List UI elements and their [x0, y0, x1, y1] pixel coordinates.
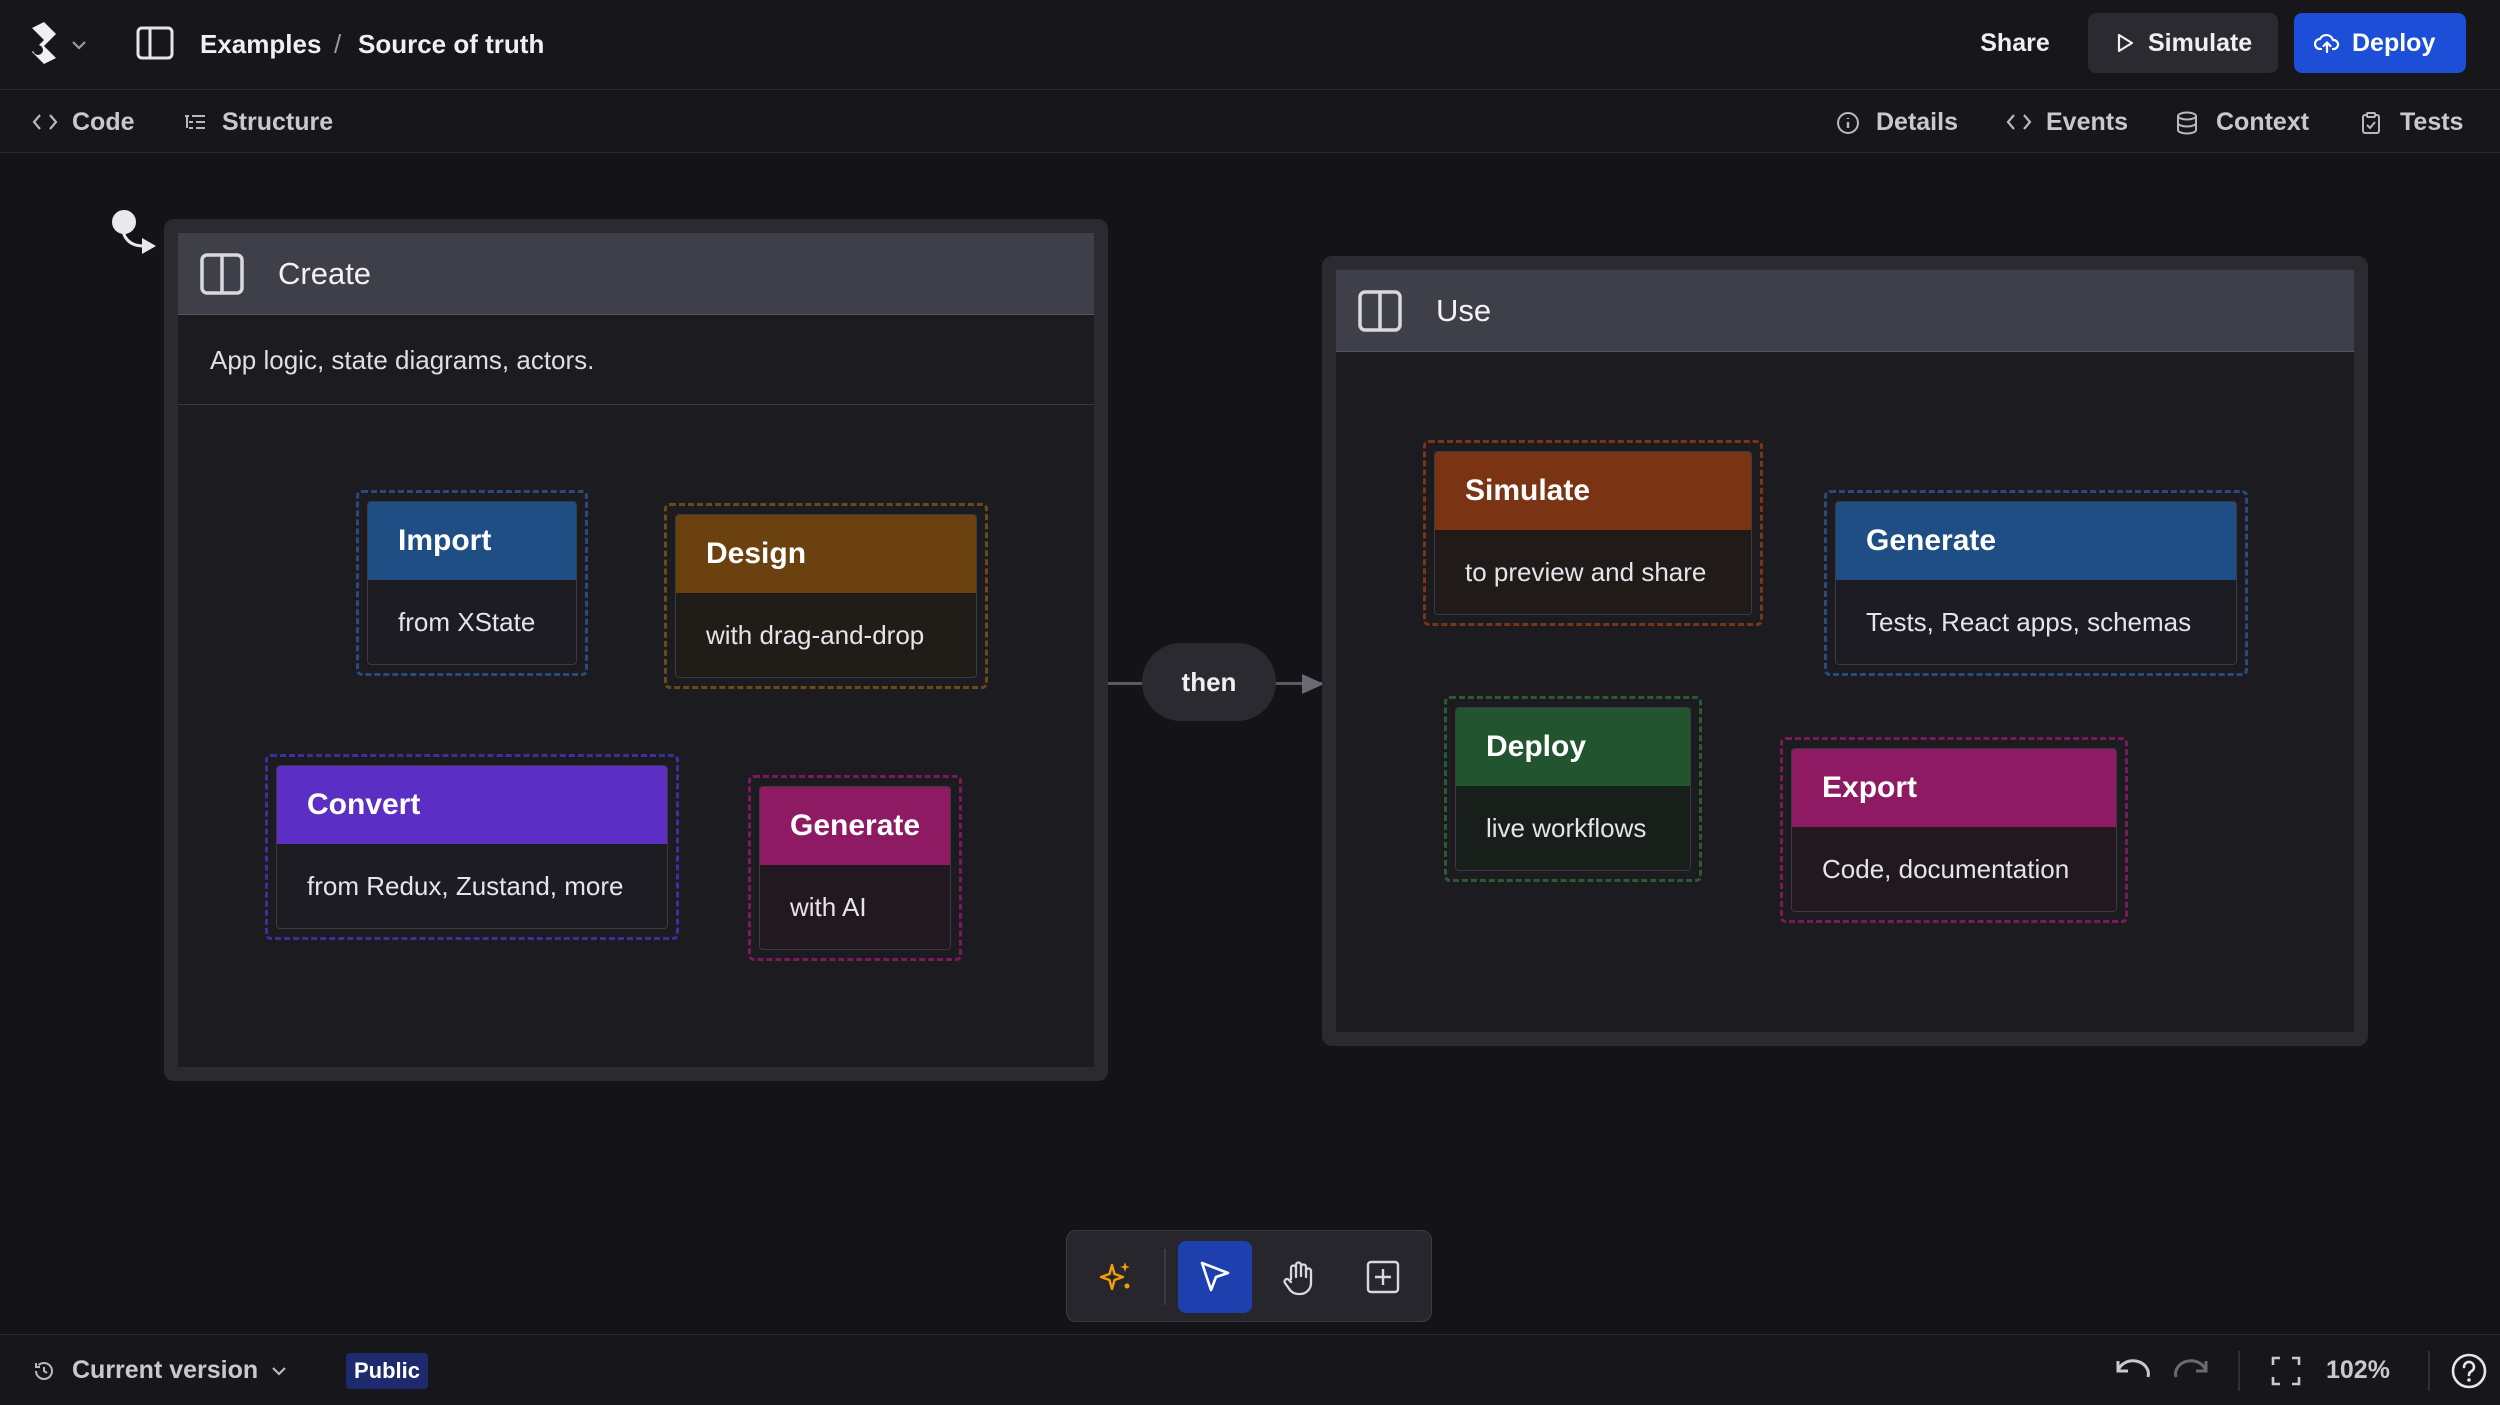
- state-deploy[interactable]: Deploy live workflows: [1444, 696, 1702, 882]
- deploy-button[interactable]: Deploy: [2294, 13, 2466, 73]
- state-simulate-description: to preview and share: [1435, 530, 1751, 614]
- breadcrumb-separator: /: [334, 29, 342, 59]
- initial-transition-arrow-icon: [120, 225, 156, 254]
- tab-code-label: Code: [72, 108, 135, 136]
- state-deploy-title: Deploy: [1456, 708, 1690, 786]
- help-icon[interactable]: [2450, 1352, 2488, 1390]
- tab-context-label: Context: [2216, 108, 2310, 136]
- clipboard-icon: [2362, 112, 2380, 134]
- redo-icon[interactable]: [2172, 1355, 2214, 1387]
- history-icon: [35, 1362, 53, 1380]
- tab-tests-label: Tests: [2400, 108, 2464, 136]
- add-state-tool[interactable]: [1346, 1241, 1420, 1313]
- state-simulate[interactable]: Simulate to preview and share: [1423, 440, 1763, 626]
- share-button[interactable]: Share: [1960, 14, 2070, 72]
- sidebar-toggle-icon[interactable]: [136, 26, 174, 60]
- visibility-badge[interactable]: Public: [346, 1353, 428, 1389]
- bottom-bar: Current version Public 102%: [0, 1334, 2500, 1405]
- parallel-state-icon: [200, 253, 244, 295]
- pointer-icon: [1200, 1261, 1230, 1292]
- state-import[interactable]: Import from XState: [356, 490, 588, 676]
- state-create-description: App logic, state diagrams, actors.: [178, 315, 1094, 405]
- state-use-title: Use: [1436, 293, 1492, 328]
- state-convert-description: from Redux, Zustand, more: [307, 870, 624, 901]
- state-import-description: from XState: [398, 606, 536, 637]
- state-generate-ai[interactable]: Generate with AI: [748, 775, 962, 961]
- structure-icon: [185, 115, 205, 129]
- tab-events[interactable]: Events: [2006, 91, 2136, 153]
- deploy-button-label: Deploy: [2352, 29, 2436, 57]
- transition-then[interactable]: then: [1142, 643, 1276, 721]
- database-icon: [2177, 111, 2197, 135]
- code-icon: [32, 114, 58, 130]
- state-convert-title: Convert: [277, 766, 667, 844]
- state-import-title: Import: [368, 502, 576, 580]
- ai-assist-tool[interactable]: [1079, 1241, 1153, 1313]
- tab-details[interactable]: Details: [1836, 91, 1966, 153]
- add-state-icon: [1366, 1260, 1400, 1294]
- stately-logo-icon[interactable]: [22, 20, 66, 66]
- version-label: Current version: [72, 1356, 259, 1384]
- state-export-description: Code, documentation: [1792, 827, 2116, 911]
- state-export[interactable]: Export Code, documentation: [1780, 737, 2128, 923]
- state-simulate-title: Simulate: [1435, 452, 1751, 530]
- state-export-title: Export: [1792, 749, 2116, 827]
- state-generate-tests-title: Generate: [1836, 502, 2236, 580]
- breadcrumb-examples[interactable]: Examples: [200, 24, 321, 64]
- state-create-title: Create: [278, 256, 372, 291]
- state-design-description: with drag-and-drop: [676, 593, 976, 677]
- undo-icon[interactable]: [2110, 1355, 2152, 1387]
- state-generate-tests-description: Tests, React apps, schemas: [1866, 606, 2192, 637]
- tab-structure[interactable]: Structure: [182, 91, 352, 153]
- state-generate-ai-description: with AI: [760, 865, 950, 949]
- state-generate-tests[interactable]: Generate Tests, React apps, schemas: [1824, 490, 2248, 676]
- parallel-state-icon: [1358, 290, 1402, 332]
- top-bar: Examples / Source of truth Share Simulat…: [0, 0, 2500, 90]
- code-icon: [2006, 114, 2032, 130]
- tab-code[interactable]: Code: [32, 91, 152, 153]
- tab-structure-label: Structure: [222, 108, 334, 136]
- state-deploy-description: live workflows: [1456, 786, 1690, 870]
- pan-tool[interactable]: [1262, 1241, 1336, 1313]
- state-design[interactable]: Design with drag-and-drop: [664, 503, 988, 689]
- bottom-divider: [2428, 1351, 2430, 1391]
- state-use-header[interactable]: Use: [1336, 270, 2354, 352]
- simulate-button-label: Simulate: [2148, 29, 2253, 57]
- state-create-header[interactable]: Create: [178, 233, 1094, 315]
- state-convert[interactable]: Convert from Redux, Zustand, more: [265, 754, 679, 940]
- bottom-divider: [2238, 1351, 2240, 1391]
- zoom-level[interactable]: 102%: [2326, 1335, 2390, 1405]
- state-generate-ai-title: Generate: [760, 787, 950, 865]
- fit-view-icon[interactable]: [2270, 1355, 2302, 1387]
- state-design-title: Design: [676, 515, 976, 593]
- toolbox-divider: [1164, 1249, 1166, 1305]
- chevron-down-icon: [272, 1367, 286, 1376]
- cloud-upload-icon: [2314, 33, 2340, 54]
- tab-context[interactable]: Context: [2176, 91, 2316, 153]
- tab-tests[interactable]: Tests: [2360, 91, 2470, 153]
- select-tool[interactable]: [1178, 1241, 1252, 1313]
- hand-icon: [1283, 1261, 1313, 1296]
- sparkles-icon: [1099, 1262, 1130, 1291]
- chevron-down-icon[interactable]: [68, 34, 90, 56]
- simulate-button[interactable]: Simulate: [2088, 13, 2278, 73]
- play-icon: [2117, 33, 2134, 53]
- view-tabs-bar: Code Structure Details Events Context Te…: [0, 91, 2500, 153]
- tab-details-label: Details: [1876, 108, 1958, 136]
- breadcrumb-current[interactable]: Source of truth: [358, 24, 544, 64]
- tab-events-label: Events: [2046, 108, 2128, 136]
- canvas-toolbox: [1066, 1230, 1432, 1322]
- info-icon: [1837, 112, 1859, 134]
